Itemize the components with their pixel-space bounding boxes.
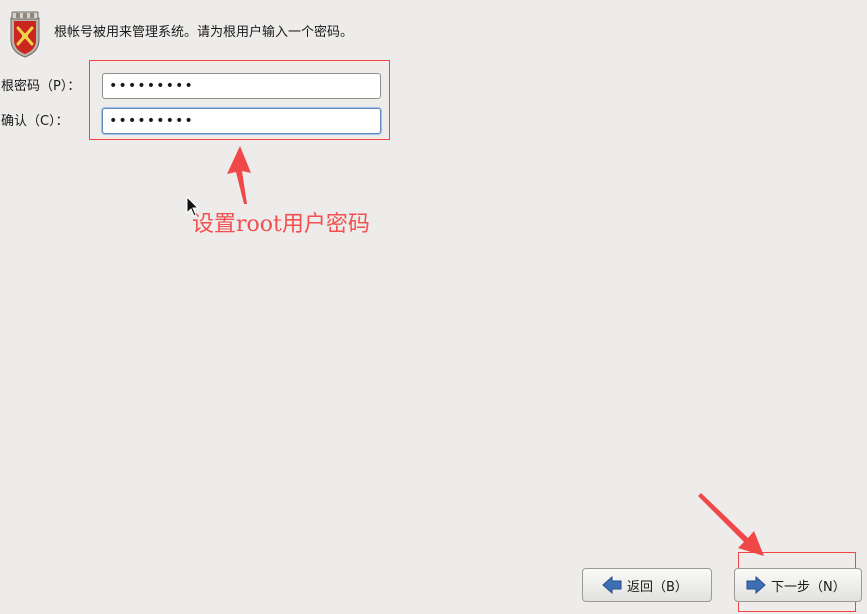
annotation-arrow-down-right (698, 493, 764, 556)
intro-text: 根帐号被用来管理系统。请为根用户输入一个密码。 (54, 25, 354, 40)
arrow-right-icon (746, 575, 766, 595)
annotation-text: 设置root用户密码 (192, 212, 370, 237)
back-button-label: 返回（B） (627, 579, 688, 595)
next-button-label: 下一步（N） (771, 579, 846, 595)
next-button[interactable]: 下一步（N） (734, 568, 862, 602)
shield-icon (10, 11, 40, 58)
root-password-label: 根密码（P）： (1, 79, 81, 94)
back-button[interactable]: 返回（B） (582, 568, 712, 602)
arrow-left-icon (602, 575, 622, 595)
annotation-arrow-up (227, 146, 251, 204)
confirm-password-label: 确认（C）： (1, 114, 69, 129)
annotation-box-password-fields (89, 60, 390, 140)
mouse-cursor-icon (186, 196, 200, 217)
